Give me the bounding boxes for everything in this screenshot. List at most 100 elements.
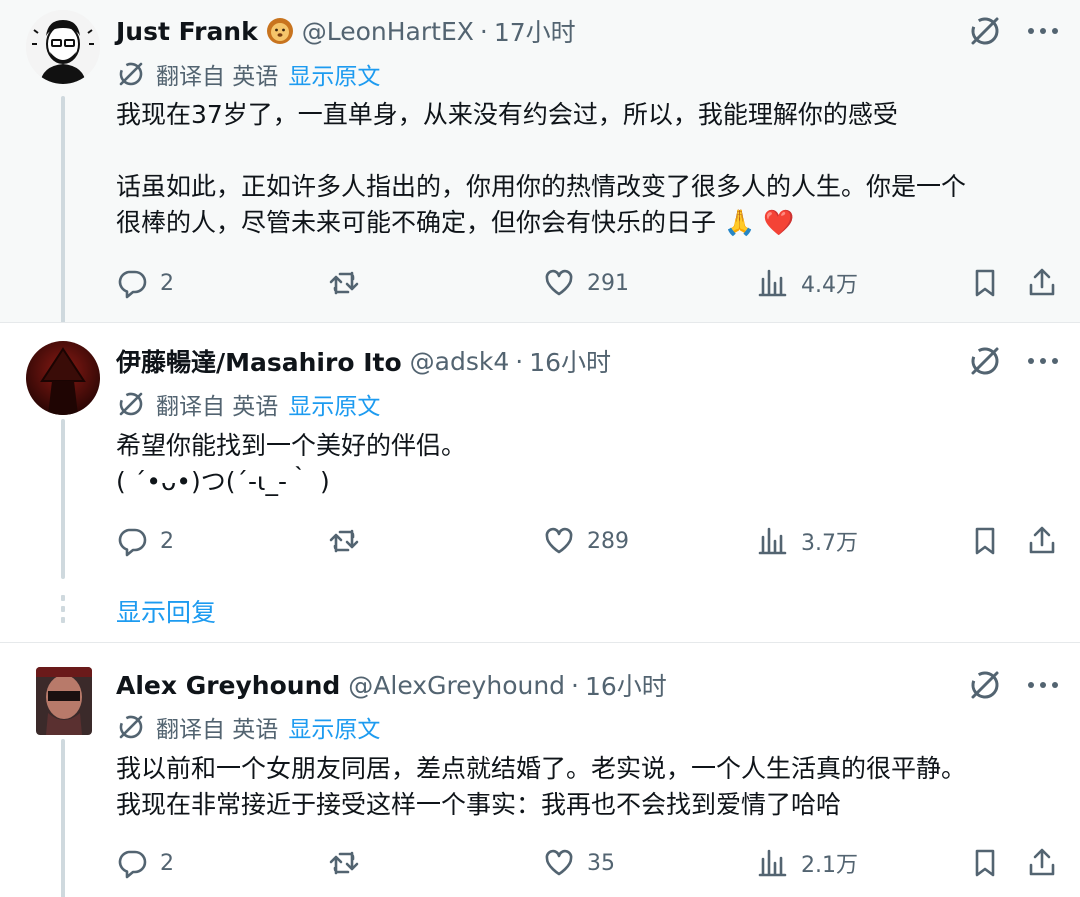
like-count: 291 [587, 270, 629, 296]
retweet-button[interactable] [328, 843, 360, 883]
tweet-text: 我现在37岁了，一直单身，从来没有约会过，所以，我能理解你的感受 话虽如此，正如… [116, 97, 1056, 241]
reply-icon [118, 850, 147, 879]
reply-icon [118, 528, 147, 557]
like-count: 35 [587, 850, 615, 876]
show-original-link[interactable]: 显示原文 [288, 710, 380, 744]
like-button[interactable]: 35 [543, 843, 615, 883]
tweet-just-frank[interactable]: Just Frank @LeonHartEX · 17小时 翻译自 英语 显示原… [0, 0, 1080, 332]
more-options-icon[interactable] [1028, 670, 1058, 700]
translation-bar: 翻译自 英语 显示原文 [116, 56, 380, 92]
share-button[interactable] [1026, 843, 1058, 883]
avatar[interactable] [36, 667, 92, 735]
tweet-masahiro-ito[interactable]: 伊藤暢達/Masahiro Ito @adsk4 · 16小时 翻译自 英语 显… [0, 322, 1080, 642]
tweet-text: 希望你能找到一个美好的伴侣。 ( ´•ᴗ•)つ(´-ι_-｀ ) [116, 428, 1056, 500]
bookmark-icon [975, 849, 995, 877]
tweet-text-line [116, 133, 1056, 169]
timestamp[interactable]: 16小时 [585, 667, 667, 703]
separator: · [479, 16, 488, 46]
tweet-header: Alex Greyhound @AlexGreyhound · 16小时 [116, 665, 667, 705]
tweet-text-line: 我现在非常接近于接受这样一个事实：我再也不会找到爱情了哈哈 [116, 790, 842, 819]
top-icons [968, 341, 1058, 381]
display-name[interactable]: Alex Greyhound [116, 671, 340, 700]
more-options-icon[interactable] [1028, 16, 1058, 46]
bookmark-button[interactable] [969, 521, 1001, 561]
share-icon [1029, 526, 1055, 554]
reply-button[interactable]: 2 [116, 843, 174, 883]
bookmark-icon [975, 527, 995, 555]
grok-translate-icon [119, 392, 143, 416]
views-button[interactable]: 4.4万 [757, 263, 858, 303]
like-button[interactable]: 291 [543, 263, 629, 303]
reply-count: 2 [160, 850, 174, 876]
thread-dots [61, 595, 65, 628]
translation-bar: 翻译自 英语 显示原文 [116, 386, 380, 422]
retweet-button[interactable] [328, 263, 360, 303]
separator: · [515, 346, 524, 376]
timestamp[interactable]: 17小时 [494, 13, 576, 49]
action-bar: 2 35 2.1万 [116, 843, 1062, 883]
top-icons [968, 11, 1058, 51]
like-button[interactable]: 289 [543, 521, 629, 561]
retweet-icon [329, 271, 359, 295]
retweet-icon [329, 529, 359, 553]
show-replies-link[interactable]: 显示回复 [116, 593, 216, 629]
action-bar: 2 289 3.7万 [116, 521, 1062, 561]
views-button[interactable]: 2.1万 [757, 843, 858, 883]
show-original-link[interactable]: 显示原文 [288, 57, 380, 91]
grok-translate-icon [119, 62, 143, 86]
view-count: 4.4万 [801, 273, 858, 298]
display-name[interactable]: 伊藤暢達/Masahiro Ito [116, 343, 402, 379]
tweet-text-line: 我现在37岁了，一直单身，从来没有约会过，所以，我能理解你的感受 [116, 100, 898, 129]
view-count: 3.7万 [801, 531, 858, 556]
bookmark-icon [975, 269, 995, 297]
avatar[interactable] [26, 10, 100, 84]
views-button[interactable]: 3.7万 [757, 521, 858, 561]
heart-icon [545, 269, 573, 296]
tweet-text-line: 话虽如此，正如许多人指出的，你用你的热情改变了很多人的人生。你是一个 [116, 172, 967, 201]
reply-button[interactable]: 2 [116, 263, 174, 303]
translated-from-label: 翻译自 英语 [156, 394, 279, 420]
bookmark-button[interactable] [969, 263, 1001, 303]
more-options-icon[interactable] [1028, 346, 1058, 376]
analytics-icon [758, 527, 787, 555]
reply-button[interactable]: 2 [116, 521, 174, 561]
share-icon [1029, 848, 1055, 876]
reply-count: 2 [160, 270, 174, 296]
timestamp[interactable]: 16小时 [529, 343, 611, 379]
separator: · [571, 670, 579, 700]
reply-icon [118, 270, 147, 299]
thread-line [61, 419, 65, 579]
grok-icon[interactable] [968, 344, 1002, 378]
user-handle[interactable]: @adsk4 [410, 347, 510, 376]
heart-icon [545, 849, 573, 876]
tweet-alex-greyhound[interactable]: Alex Greyhound @AlexGreyhound · 16小时 翻译自… [0, 642, 1080, 897]
bookmark-button[interactable] [969, 843, 1001, 883]
tweet-text: 我以前和一个女朋友同居，差点就结婚了。老实说，一个人生活真的很平静。 我现在非常… [116, 751, 1056, 823]
tweet-text-line: 我以前和一个女朋友同居，差点就结婚了。老实说，一个人生活真的很平静。 [116, 754, 967, 783]
heart-icon [545, 527, 573, 554]
reply-count: 2 [160, 528, 174, 554]
analytics-icon [758, 269, 787, 297]
like-count: 289 [587, 528, 629, 554]
thread-line [61, 739, 65, 897]
avatar[interactable] [26, 341, 100, 415]
translation-bar: 翻译自 英语 显示原文 [116, 709, 380, 745]
grok-icon[interactable] [968, 14, 1002, 48]
tweet-text-line: 希望你能找到一个美好的伴侣。 [116, 431, 467, 460]
view-count: 2.1万 [801, 853, 858, 878]
user-handle[interactable]: @LeonHartEX [302, 17, 474, 46]
share-button[interactable] [1026, 521, 1058, 561]
grok-translate-icon [119, 715, 143, 739]
action-bar: 2 291 4.4万 [116, 263, 1062, 303]
retweet-button[interactable] [328, 521, 360, 561]
grok-icon[interactable] [968, 668, 1002, 702]
share-icon [1029, 268, 1055, 296]
analytics-icon [758, 849, 787, 877]
show-original-link[interactable]: 显示原文 [288, 387, 380, 421]
tweet-text-line: 很棒的人，尽管未来可能不确定，但你会有快乐的日子 🙏 ❤️ [116, 208, 795, 237]
translated-from-label: 翻译自 英语 [156, 64, 279, 90]
lion-emoji-icon [266, 17, 294, 45]
share-button[interactable] [1026, 263, 1058, 303]
user-handle[interactable]: @AlexGreyhound [348, 671, 565, 700]
display-name[interactable]: Just Frank [116, 17, 258, 46]
